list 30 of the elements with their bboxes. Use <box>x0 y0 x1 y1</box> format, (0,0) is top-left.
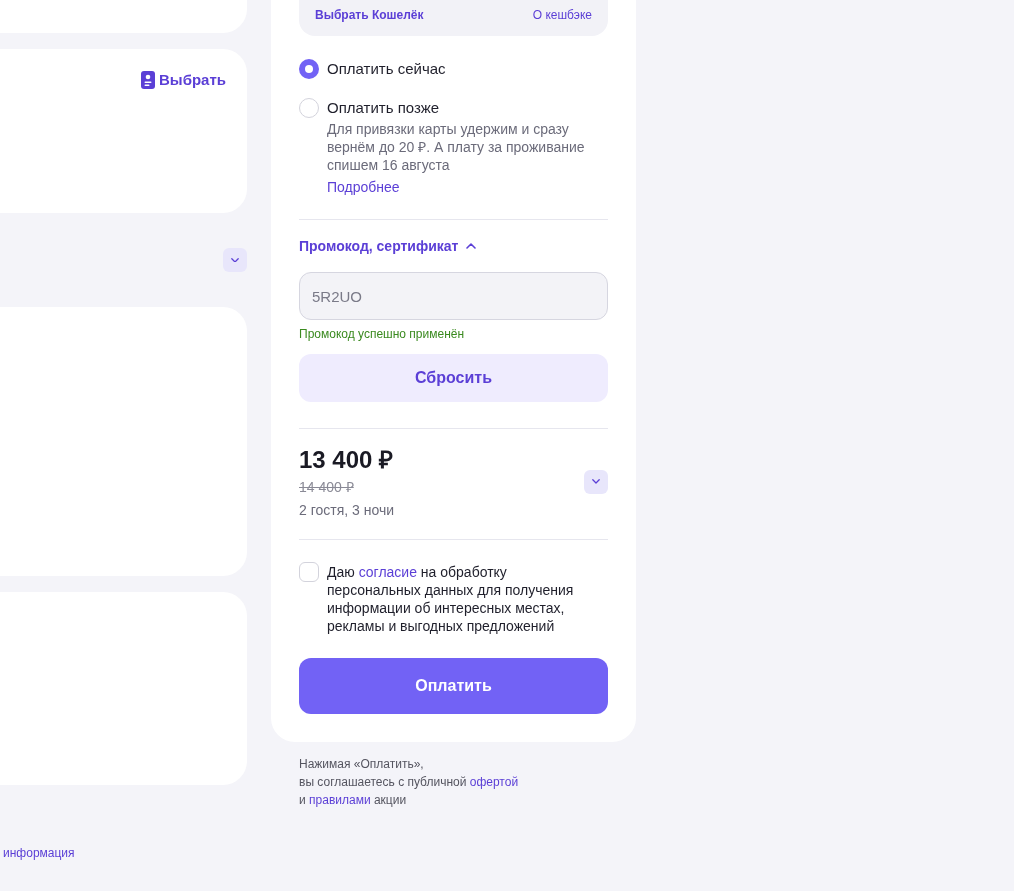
stay-details: 2 гостя, 3 ночи <box>299 501 395 519</box>
option-label: Оплатить позже <box>327 98 441 118</box>
option-description: Для привязки карты удержим и сразу вернём до 20 ₽. А плату за проживание спишем 16 августа <box>327 120 586 174</box>
terms-link[interactable]: офертой <box>469 775 519 789</box>
wallet-link[interactable]: Выбрать Кошелёк <box>315 7 424 23</box>
more-link[interactable]: Подробнее <box>327 178 400 196</box>
radio-button[interactable] <box>299 59 319 79</box>
cashback-link[interactable]: О кешбэке <box>532 7 592 23</box>
expand-button[interactable] <box>584 469 608 494</box>
document-icon <box>141 71 155 89</box>
consent-link[interactable]: согласие <box>358 564 417 580</box>
checkbox[interactable] <box>299 562 319 582</box>
info-link[interactable]: информация <box>3 845 75 861</box>
terms-link[interactable]: правилами <box>309 793 371 807</box>
consent-text: Даю согласие на обработку персональных данных для получения информации об интересных местах, рекламы и выгодных предложений <box>327 563 575 635</box>
pay-button[interactable]: Оплатить <box>299 658 608 714</box>
chevron-down-icon <box>592 479 600 484</box>
radio-button[interactable] <box>299 98 319 118</box>
chevron-up-icon <box>466 243 477 249</box>
expand-button[interactable] <box>223 248 247 272</box>
success-message: Промокод успешно применён <box>299 326 465 342</box>
promo-toggle[interactable]: Промокод, сертификат <box>299 236 477 256</box>
old-price: 14 400 ₽ <box>299 478 354 496</box>
chevron-down-icon <box>231 257 239 263</box>
option-label: Оплатить сейчас <box>327 59 446 79</box>
promo-code-field[interactable]: 5R2UO <box>299 272 608 320</box>
select-link[interactable]: Выбрать <box>141 71 226 89</box>
footer-note: Нажимая «Оплатить», вы соглашаетесь с публичной офертой и правилами акции <box>298 756 520 809</box>
reset-button[interactable]: Сбросить <box>299 354 608 402</box>
price-total: 13 400 ₽ <box>299 445 394 475</box>
